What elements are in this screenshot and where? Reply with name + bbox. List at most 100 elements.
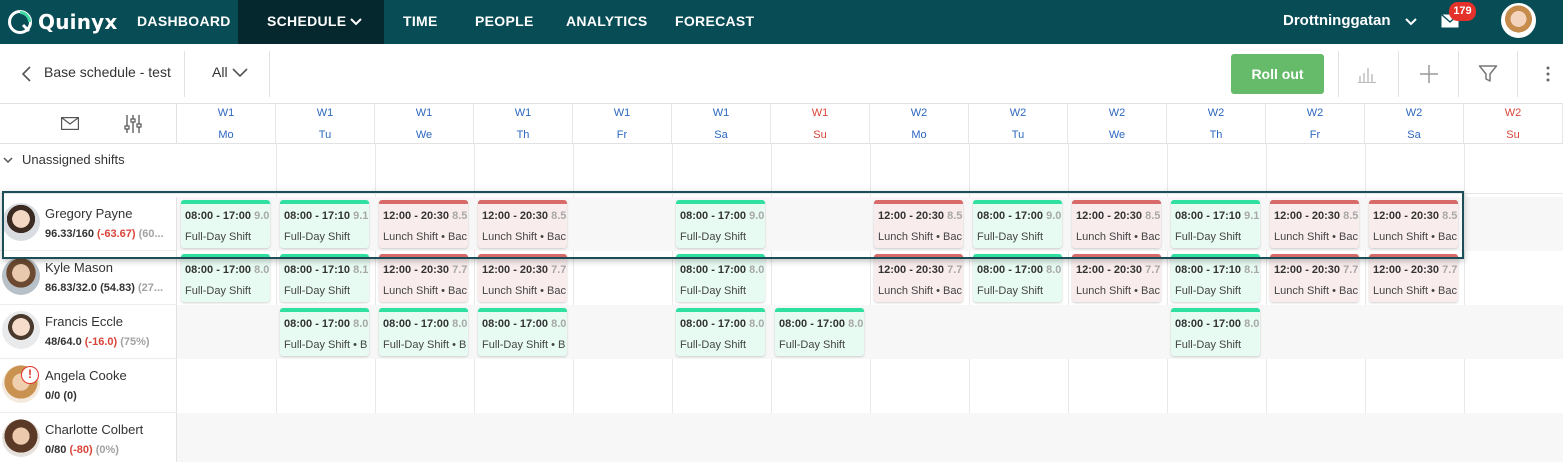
full-day-shift-card[interactable]: 08:00 - 17:00 8.0 Full-Day Shift: [676, 254, 765, 302]
employee-avatar[interactable]: [2, 311, 40, 349]
employee-avatar[interactable]: [2, 419, 40, 457]
add-icon[interactable]: [1419, 64, 1439, 84]
day-header-w2-tu[interactable]: W2 Tu: [969, 104, 1068, 144]
employee-info[interactable]: Charlotte Colbert 0/80 (-80) (0%): [0, 413, 177, 462]
day-label: We: [1108, 129, 1126, 141]
lunch-shift-card[interactable]: 12:00 - 20:30 7.7 Lunch Shift • Bac: [478, 254, 567, 302]
lunch-shift-card[interactable]: 12:00 - 20:30 8.5 Lunch Shift • Bac: [1072, 200, 1161, 248]
full-day-shift-card[interactable]: 08:00 - 17:00 9.0 Full-Day Shift: [676, 200, 765, 248]
lunch-shift-card[interactable]: 12:00 - 20:30 7.7 Lunch Shift • Bac: [1369, 254, 1458, 302]
statistics-icon[interactable]: [1357, 64, 1377, 84]
day-header-w1-th[interactable]: W1 Th: [474, 104, 573, 144]
employee-info[interactable]: Kyle Mason 86.83/32.0 (54.83) (27...: [0, 251, 177, 305]
quinyx-logo-icon: [8, 10, 32, 34]
warning-icon[interactable]: !: [21, 366, 39, 384]
employee-name[interactable]: Francis Eccle: [45, 314, 123, 329]
day-header-w1-we[interactable]: W1 We: [375, 104, 474, 144]
roll-out-button[interactable]: Roll out: [1231, 54, 1324, 94]
lunch-shift-card[interactable]: 12:00 - 20:30 8.5 Lunch Shift • Bac: [874, 200, 963, 248]
shift-time: 08:00 - 17:00 8.0: [977, 264, 1062, 276]
shift-type-label: Lunch Shift • Bac: [1076, 285, 1160, 297]
chevron-down-icon[interactable]: [232, 68, 248, 78]
more-options-icon[interactable]: [1538, 64, 1558, 84]
full-day-shift-card[interactable]: 08:00 - 17:00 8.0 Full-Day Shift: [676, 308, 765, 356]
employee-name[interactable]: Gregory Payne: [45, 206, 132, 221]
shift-time: 12:00 - 20:30 8.5: [878, 210, 963, 222]
day-header-w2-mo[interactable]: W2 Mo: [870, 104, 969, 144]
day-header-w1-su[interactable]: W1 Su: [771, 104, 870, 144]
shift-type-label: Lunch Shift • Bac: [1076, 231, 1160, 243]
view-filter-dropdown[interactable]: All: [212, 64, 228, 80]
settings-sliders-icon[interactable]: [123, 114, 143, 134]
breadcrumb[interactable]: Base schedule - test: [44, 64, 171, 80]
day-header-w1-fr[interactable]: W1 Fr: [573, 104, 672, 144]
employee-name[interactable]: Angela Cooke: [45, 368, 127, 383]
full-day-shift-card[interactable]: 08:00 - 17:00 8.0 Full-Day Shift: [973, 254, 1062, 302]
nav-time[interactable]: TIME: [403, 0, 438, 44]
day-header-w2-we[interactable]: W2 We: [1068, 104, 1167, 144]
nav-dashboard[interactable]: DASHBOARD: [137, 0, 231, 44]
shift-type-label: Full-Day Shift: [284, 285, 351, 297]
lunch-shift-card[interactable]: 12:00 - 20:30 8.5 Lunch Shift • Bac: [1369, 200, 1458, 248]
shift-time: 12:00 - 20:30 7.7: [1274, 264, 1359, 276]
grid-corner: [0, 104, 177, 144]
employee-name[interactable]: Kyle Mason: [45, 260, 113, 275]
full-day-shift-card[interactable]: 08:00 - 17:00 8.0 Full-Day Shift • B: [280, 308, 369, 356]
full-day-shift-card[interactable]: 08:00 - 17:00 8.0 Full-Day Shift: [775, 308, 864, 356]
employee-avatar[interactable]: [2, 203, 40, 241]
lunch-shift-card[interactable]: 12:00 - 20:30 7.7 Lunch Shift • Bac: [874, 254, 963, 302]
back-chevron-icon[interactable]: [20, 66, 34, 82]
day-header-w2-sa[interactable]: W2 Sa: [1365, 104, 1464, 144]
employee-name[interactable]: Charlotte Colbert: [45, 422, 143, 437]
day-header-w2-th[interactable]: W2 Th: [1167, 104, 1266, 144]
full-day-shift-card[interactable]: 08:00 - 17:00 8.0 Full-Day Shift: [1171, 308, 1260, 356]
day-header-w2-su[interactable]: W2 Su: [1464, 104, 1563, 144]
divider: [184, 51, 185, 97]
full-day-shift-card[interactable]: 08:00 - 17:00 9.0 Full-Day Shift: [181, 200, 270, 248]
lunch-shift-card[interactable]: 12:00 - 20:30 7.7 Lunch Shift • Bac: [379, 254, 468, 302]
full-day-shift-card[interactable]: 08:00 - 17:00 8.0 Full-Day Shift: [181, 254, 270, 302]
full-day-shift-card[interactable]: 08:00 - 17:10 8.1 Full-Day Shift: [280, 254, 369, 302]
full-day-shift-card[interactable]: 08:00 - 17:00 9.0 Full-Day Shift: [973, 200, 1062, 248]
employee-avatar[interactable]: [2, 257, 40, 295]
filter-icon[interactable]: [1478, 64, 1498, 84]
employee-row: Kyle Mason 86.83/32.0 (54.83) (27... 08:00…: [0, 251, 1563, 305]
day-label: Tu: [1011, 129, 1025, 141]
location-selector[interactable]: Drottninggatan: [1283, 0, 1417, 44]
day-label: Th: [1209, 129, 1223, 141]
envelope-icon[interactable]: [61, 117, 79, 130]
chevron-down-icon[interactable]: [3, 156, 13, 164]
lunch-shift-card[interactable]: 12:00 - 20:30 8.5 Lunch Shift • Bac: [1270, 200, 1359, 248]
full-day-shift-card[interactable]: 08:00 - 17:10 9.1 Full-Day Shift: [280, 200, 369, 248]
day-header-w1-sa[interactable]: W1 Sa: [672, 104, 771, 144]
employee-info[interactable]: ! Angela Cooke 0/0 (0): [0, 359, 177, 413]
quinyx-logo[interactable]: Quinyx: [8, 9, 117, 35]
day-header-w1-tu[interactable]: W1 Tu: [276, 104, 375, 144]
nav-people[interactable]: PEOPLE: [475, 0, 534, 44]
user-avatar[interactable]: [1501, 3, 1536, 38]
employee-info[interactable]: Francis Eccle 48/64.0 (-16.0) (75%): [0, 305, 177, 359]
full-day-shift-card[interactable]: 08:00 - 17:10 8.1 Full-Day Shift: [1171, 254, 1260, 302]
employee-row: Charlotte Colbert 0/80 (-80) (0%): [0, 413, 1563, 462]
week-label: W1: [514, 107, 532, 119]
full-day-shift-card[interactable]: 08:00 - 17:00 8.0 Full-Day Shift • B: [478, 308, 567, 356]
employee-row: ! Angela Cooke 0/0 (0): [0, 359, 1563, 413]
lunch-shift-card[interactable]: 12:00 - 20:30 7.7 Lunch Shift • Bac: [1270, 254, 1359, 302]
full-day-shift-card[interactable]: 08:00 - 17:00 8.0 Full-Day Shift • B: [379, 308, 468, 356]
nav-forecast[interactable]: FORECAST: [675, 0, 754, 44]
chevron-down-icon: [350, 18, 362, 26]
unassigned-shifts-label[interactable]: Unassigned shifts: [22, 152, 125, 167]
day-header-w2-fr[interactable]: W2 Fr: [1266, 104, 1365, 144]
nav-schedule-label: SCHEDULE: [267, 13, 347, 29]
shift-time: 12:00 - 20:30 8.5: [1076, 210, 1161, 222]
lunch-shift-card[interactable]: 12:00 - 20:30 8.5 Lunch Shift • Bac: [379, 200, 468, 248]
nav-schedule[interactable]: SCHEDULE: [238, 0, 384, 44]
day-header-w1-mo[interactable]: W1 Mo: [177, 104, 276, 144]
full-day-shift-card[interactable]: 08:00 - 17:10 9.1 Full-Day Shift: [1171, 200, 1260, 248]
nav-analytics[interactable]: ANALYTICS: [566, 0, 648, 44]
lunch-shift-card[interactable]: 12:00 - 20:30 7.7 Lunch Shift • Bac: [1072, 254, 1161, 302]
employee-info[interactable]: Gregory Payne 96.33/160 (-63.67) (60...: [0, 197, 177, 251]
shift-type-label: Lunch Shift • Bac: [482, 231, 566, 243]
lunch-shift-card[interactable]: 12:00 - 20:30 8.5 Lunch Shift • Bac: [478, 200, 567, 248]
shift-time: 12:00 - 20:30 7.7: [383, 264, 468, 276]
